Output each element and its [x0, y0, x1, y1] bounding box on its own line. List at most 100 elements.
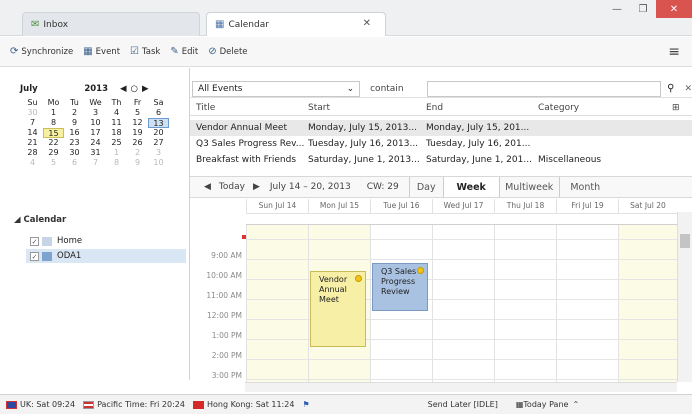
today-button[interactable]: Today: [219, 182, 245, 192]
minical-day[interactable]: 3: [148, 148, 169, 158]
minical-day[interactable]: 1: [43, 108, 64, 118]
synchronize-button[interactable]: ⟳ Synchronize: [10, 46, 73, 57]
col-start[interactable]: Start: [308, 103, 426, 113]
search-icon[interactable]: ⚲: [667, 83, 674, 94]
calendar-item-home[interactable]: ✓ Home: [30, 234, 190, 248]
col-category[interactable]: Category: [538, 103, 658, 113]
minical-day[interactable]: 2: [127, 148, 148, 158]
minical-day[interactable]: 23: [64, 138, 85, 148]
new-event-button[interactable]: ▦ Event: [83, 46, 120, 57]
day-header[interactable]: Thu Jul 18: [494, 199, 556, 213]
horizontal-scrollbar[interactable]: [245, 382, 677, 392]
minical-day[interactable]: 19: [127, 128, 148, 138]
minical-day[interactable]: 20: [148, 128, 169, 138]
minical-day[interactable]: 7: [85, 158, 106, 168]
minical-day[interactable]: 4: [106, 108, 127, 118]
minical-day[interactable]: 5: [43, 158, 64, 168]
all-day-row[interactable]: [246, 213, 677, 225]
minical-day[interactable]: 31: [85, 148, 106, 158]
delete-button[interactable]: ⊘ Delete: [208, 46, 247, 57]
minical-day[interactable]: 18: [106, 128, 127, 138]
minical-day[interactable]: 27: [148, 138, 169, 148]
event-list-row[interactable]: Q3 Sales Progress Rev... Tuesday, July 1…: [190, 136, 692, 152]
close-tab-icon[interactable]: ✕: [363, 18, 371, 29]
day-header[interactable]: Sun Jul 14: [246, 199, 308, 213]
minical-day[interactable]: 1: [106, 148, 127, 158]
column-picker-icon[interactable]: ⊞: [672, 103, 680, 113]
calendar-section-header[interactable]: ◢ Calendar: [14, 215, 66, 225]
col-end[interactable]: End: [426, 103, 538, 113]
search-mode[interactable]: contain: [370, 84, 427, 94]
maximize-button[interactable]: ❐: [630, 0, 656, 18]
minimize-button[interactable]: —: [604, 0, 630, 18]
minical-day[interactable]: 12: [127, 118, 148, 128]
timezone-uk[interactable]: UK: Sat 09:24: [6, 400, 75, 409]
search-input[interactable]: [426, 80, 662, 97]
timezone-hk[interactable]: Hong Kong: Sat 11:24: [192, 400, 294, 409]
minical-day[interactable]: 9: [127, 158, 148, 168]
oda1-checkbox[interactable]: ✓: [30, 251, 39, 261]
day-header[interactable]: Mon Jul 15: [308, 199, 370, 213]
minical-prev-icon[interactable]: ◀: [120, 84, 127, 94]
minical-day[interactable]: 10: [85, 118, 106, 128]
view-month-button[interactable]: Month: [558, 177, 611, 197]
calendar-item-oda1[interactable]: ✓ ODA1: [26, 249, 186, 263]
minical-day[interactable]: 8: [43, 118, 64, 128]
minical-day[interactable]: 30: [64, 148, 85, 158]
event-list-row[interactable]: Vendor Annual Meet Monday, July 15, 2013…: [190, 120, 692, 136]
scroll-thumb[interactable]: [680, 234, 690, 248]
timezone-pacific[interactable]: Pacific Time: Fri 20:24: [83, 400, 185, 409]
minical-day[interactable]: 8: [106, 158, 127, 168]
minical-day[interactable]: 4: [22, 158, 43, 168]
minical-day[interactable]: 28: [22, 148, 43, 158]
network-icon[interactable]: ⚑: [302, 400, 309, 409]
tab-calendar[interactable]: ▦ Calendar ✕: [206, 12, 386, 36]
minical-day[interactable]: 5: [127, 108, 148, 118]
minical-day[interactable]: 14: [22, 128, 43, 138]
minical-day[interactable]: 21: [22, 138, 43, 148]
col-title[interactable]: Title: [190, 103, 308, 113]
home-checkbox[interactable]: ✓: [30, 236, 39, 246]
minical-day[interactable]: 24: [85, 138, 106, 148]
new-task-button[interactable]: ☑ Task: [130, 46, 160, 57]
event-list-row[interactable]: Breakfast with Friends Saturday, June 1,…: [190, 152, 692, 168]
minical-day[interactable]: 2: [64, 108, 85, 118]
minical-day[interactable]: 6: [64, 158, 85, 168]
minical-day[interactable]: 10: [148, 158, 169, 168]
minical-day[interactable]: 15: [43, 128, 64, 138]
minical-day[interactable]: 22: [43, 138, 64, 148]
minical-next-icon[interactable]: ▶: [142, 84, 149, 94]
day-header[interactable]: Sat Jul 20: [618, 199, 677, 213]
edit-button[interactable]: ✎ Edit: [170, 46, 198, 57]
view-day-button[interactable]: Day: [408, 177, 443, 197]
minical-year[interactable]: 2013: [68, 84, 108, 94]
minical-day[interactable]: 25: [106, 138, 127, 148]
today-pane-toggle[interactable]: ▦ Today Pane ⌃: [516, 400, 579, 409]
event-q3-sales-review[interactable]: Q3 Sales Progress Review: [372, 263, 428, 311]
prev-week-icon[interactable]: ◀: [204, 182, 211, 192]
send-later-status[interactable]: Send Later [IDLE]: [428, 400, 498, 409]
minical-day[interactable]: 26: [127, 138, 148, 148]
day-header[interactable]: Fri Jul 19: [556, 199, 618, 213]
minical-day[interactable]: 16: [64, 128, 85, 138]
event-filter-dropdown[interactable]: All Events ⌄: [192, 80, 361, 97]
next-week-icon[interactable]: ▶: [253, 182, 260, 192]
close-search-icon[interactable]: ✕: [684, 84, 692, 94]
close-window-button[interactable]: ✕: [656, 0, 692, 18]
view-multiweek-button[interactable]: Multiweek: [498, 177, 559, 197]
event-vendor-annual-meet[interactable]: Vendor Annual Meet: [310, 271, 366, 347]
day-header[interactable]: Wed Jul 17: [432, 199, 494, 213]
minical-day[interactable]: 6: [148, 108, 169, 118]
minical-day[interactable]: 7: [22, 118, 43, 128]
grid-scrollbar[interactable]: [677, 212, 692, 382]
minical-day[interactable]: 11: [106, 118, 127, 128]
minical-day[interactable]: 17: [85, 128, 106, 138]
minical-day[interactable]: 9: [64, 118, 85, 128]
day-header[interactable]: Tue Jul 16: [370, 199, 432, 213]
hamburger-menu-icon[interactable]: ≡: [668, 44, 680, 60]
minical-day[interactable]: 13: [148, 118, 169, 128]
tab-inbox[interactable]: ✉ Inbox: [22, 12, 200, 36]
minical-month[interactable]: July: [20, 84, 68, 94]
minical-day[interactable]: 29: [43, 148, 64, 158]
minical-day[interactable]: 3: [85, 108, 106, 118]
